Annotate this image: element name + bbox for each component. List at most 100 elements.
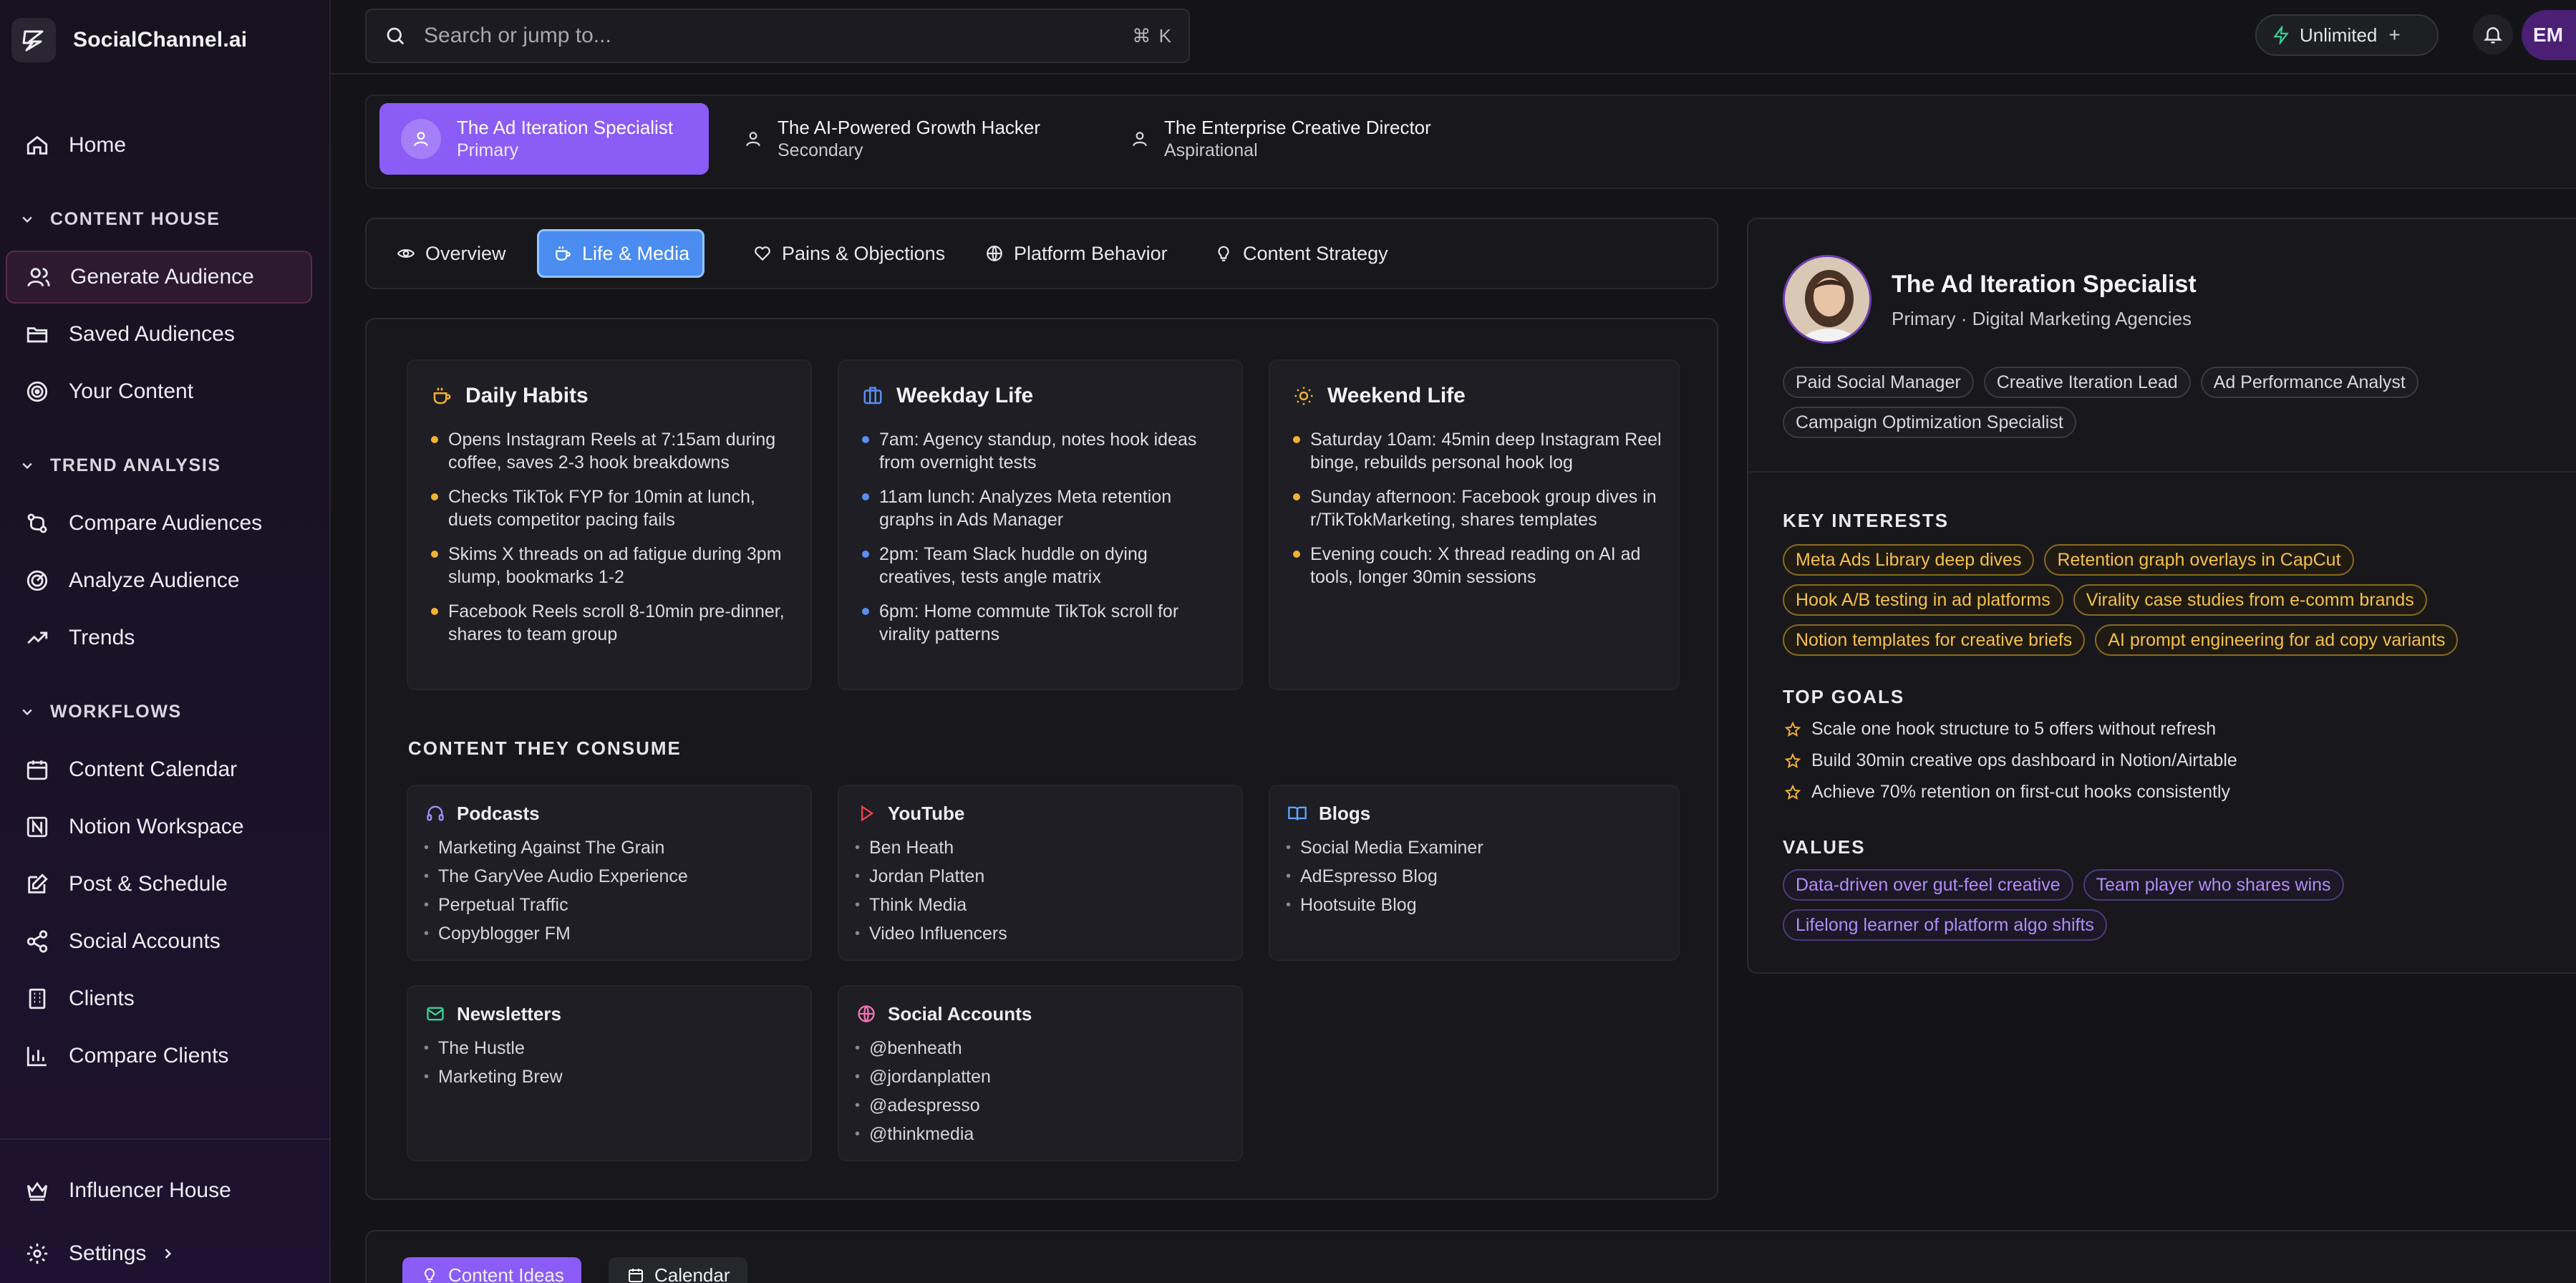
sidebar-item-analyze-audience[interactable]: Analyze Audience bbox=[6, 554, 312, 607]
chevron-down-icon bbox=[19, 210, 36, 228]
list-item: Hootsuite Blog bbox=[1286, 891, 1483, 919]
podcasts-card: Podcasts Marketing Against The Grain The… bbox=[407, 785, 812, 961]
tab-life-media[interactable]: Life & Media bbox=[537, 229, 705, 278]
notion-icon bbox=[23, 813, 52, 841]
persona-secondary[interactable]: The AI-Powered Growth Hacker Secondary bbox=[739, 103, 1040, 175]
mail-icon bbox=[424, 1002, 447, 1025]
sidebar-item-your-content[interactable]: Your Content bbox=[6, 365, 312, 418]
section-trend-analysis[interactable]: TREND ANALYSIS bbox=[19, 451, 221, 480]
notifications-button[interactable] bbox=[2473, 14, 2513, 54]
globe-icon bbox=[984, 243, 1005, 264]
sidebar-item-social-accounts[interactable]: Social Accounts bbox=[6, 915, 312, 968]
life-media-panel: Daily Habits Opens Instagram Reels at 7:… bbox=[365, 318, 1718, 1200]
calendar-button[interactable]: Calendar bbox=[609, 1257, 747, 1283]
sidebar-item-compare-clients[interactable]: Compare Clients bbox=[6, 1030, 312, 1083]
chevron-down-icon bbox=[19, 703, 36, 720]
sidebar-item-settings[interactable]: Settings bbox=[6, 1227, 312, 1280]
sidebar-item-clients[interactable]: Clients bbox=[6, 972, 312, 1025]
persona-aspirational[interactable]: The Enterprise Creative Director Aspirat… bbox=[1125, 103, 1431, 175]
sidebar-item-influencer-house[interactable]: Influencer House bbox=[6, 1164, 312, 1217]
persona-selector: The Ad Iteration Specialist Primary The … bbox=[365, 95, 2576, 189]
list-item: 6pm: Home commute TikTok scroll for vira… bbox=[861, 600, 1227, 646]
role-chips: Paid Social Manager Creative Iteration L… bbox=[1783, 367, 2429, 398]
sidebar-item-home[interactable]: Home bbox=[6, 119, 312, 172]
value-chips: Lifelong learner of platform algo shifts bbox=[1783, 909, 2117, 941]
sidebar-item-trends[interactable]: Trends bbox=[6, 611, 312, 664]
list-item: Opens Instagram Reels at 7:15am during c… bbox=[430, 428, 796, 474]
target-icon bbox=[23, 377, 52, 406]
goal-item: Scale one hook structure to 5 offers wit… bbox=[1783, 719, 2216, 740]
brand[interactable]: SocialChannel.ai bbox=[11, 17, 247, 63]
list-item: @benheath bbox=[855, 1034, 991, 1062]
list-item: Video Influencers bbox=[855, 919, 1007, 948]
tab-content-strategy[interactable]: Content Strategy bbox=[1200, 229, 1401, 278]
chevron-right-icon bbox=[159, 1245, 176, 1262]
home-icon bbox=[23, 131, 52, 160]
trending-up-icon bbox=[23, 624, 52, 652]
daily-habits-list: Opens Instagram Reels at 7:15am during c… bbox=[430, 428, 796, 657]
list-item: Saturday 10am: 45min deep Instagram Reel… bbox=[1292, 428, 1664, 474]
list-item: Ben Heath bbox=[855, 833, 1007, 862]
sidebar-item-post-schedule[interactable]: Post & Schedule bbox=[6, 858, 312, 911]
tab-overview[interactable]: Overview bbox=[382, 229, 519, 278]
list-item: Checks TikTok FYP for 10min at lunch, du… bbox=[430, 485, 796, 531]
list-item: Think Media bbox=[855, 891, 1007, 919]
search-icon bbox=[382, 23, 408, 49]
interest-chips: Notion templates for creative briefs AI … bbox=[1783, 624, 2468, 656]
weekend-life-list: Saturday 10am: 45min deep Instagram Reel… bbox=[1292, 428, 1664, 600]
eye-icon bbox=[395, 243, 417, 264]
plan-badge[interactable]: Unlimited + bbox=[2255, 14, 2439, 56]
user-icon bbox=[401, 119, 441, 159]
search-placeholder: Search or jump to... bbox=[424, 24, 611, 47]
list-item: @jordanplatten bbox=[855, 1062, 991, 1091]
section-workflows[interactable]: WORKFLOWS bbox=[19, 697, 182, 726]
tab-pains-objections[interactable]: Pains & Objections bbox=[739, 229, 958, 278]
sidebar-item-compare-audiences[interactable]: Compare Audiences bbox=[6, 497, 312, 550]
tab-platform-behavior[interactable]: Platform Behavior bbox=[971, 229, 1181, 278]
sidebar-item-label: Home bbox=[69, 133, 127, 157]
heart-icon bbox=[752, 243, 773, 264]
sidebar-divider bbox=[0, 1138, 331, 1140]
coffee-icon bbox=[430, 384, 454, 408]
sidebar-item-generate-audience[interactable]: Generate Audience bbox=[6, 251, 312, 304]
sidebar-item-saved-audiences[interactable]: Saved Audiences bbox=[6, 308, 312, 361]
coffee-icon bbox=[552, 243, 573, 264]
users-icon bbox=[24, 263, 53, 291]
sidebar-item-content-calendar[interactable]: Content Calendar bbox=[6, 743, 312, 796]
persona-primary[interactable]: The Ad Iteration Specialist Primary bbox=[379, 103, 709, 175]
list-item: Sunday afternoon: Facebook group dives i… bbox=[1292, 485, 1664, 531]
star-icon bbox=[1783, 751, 1803, 771]
user-avatar[interactable]: EM bbox=[2522, 10, 2576, 60]
shortcut-hint: ⌘ K bbox=[1132, 24, 1173, 47]
value-chip: Team player who shares wins bbox=[2083, 869, 2344, 901]
content-ideas-button[interactable]: Content Ideas bbox=[402, 1257, 581, 1283]
headphones-icon bbox=[424, 802, 447, 825]
briefcase-icon bbox=[861, 384, 885, 408]
role-chip: Ad Performance Analyst bbox=[2200, 367, 2418, 398]
interest-chip: Retention graph overlays in CapCut bbox=[2044, 544, 2354, 576]
calendar-icon bbox=[626, 1265, 646, 1283]
book-open-icon bbox=[1286, 802, 1309, 825]
lightbulb-icon bbox=[1213, 243, 1234, 264]
sidebar-item-notion-workspace[interactable]: Notion Workspace bbox=[6, 800, 312, 853]
persona-tabs: Overview Life & Media Pains & Objections… bbox=[365, 218, 1718, 289]
list-item: Evening couch: X thread reading on AI ad… bbox=[1292, 543, 1664, 589]
top-goals-heading: TOP GOALS bbox=[1783, 686, 1905, 707]
persona-avatar bbox=[1783, 255, 1872, 344]
topbar: Search or jump to... ⌘ K Unlimited + EM bbox=[331, 0, 2576, 74]
building-icon bbox=[23, 984, 52, 1013]
section-content-house[interactable]: CONTENT HOUSE bbox=[19, 205, 220, 233]
search-input[interactable]: Search or jump to... ⌘ K bbox=[365, 9, 1190, 63]
lightning-icon bbox=[2271, 25, 2291, 45]
logo-icon bbox=[11, 18, 56, 62]
list-item: @adespresso bbox=[855, 1091, 991, 1120]
gear-icon bbox=[23, 1239, 52, 1268]
youtube-card: YouTube Ben Heath Jordan Platten Think M… bbox=[838, 785, 1243, 961]
chevron-down-icon bbox=[19, 457, 36, 474]
crown-icon bbox=[23, 1176, 52, 1205]
goal-item: Build 30min creative ops dashboard in No… bbox=[1783, 750, 2237, 771]
blogs-card: Blogs Social Media Examiner AdEspresso B… bbox=[1269, 785, 1680, 961]
interest-chip: AI prompt engineering for ad copy varian… bbox=[2095, 624, 2459, 656]
bar-chart-icon bbox=[23, 1042, 52, 1070]
list-item: Copyblogger FM bbox=[424, 919, 688, 948]
